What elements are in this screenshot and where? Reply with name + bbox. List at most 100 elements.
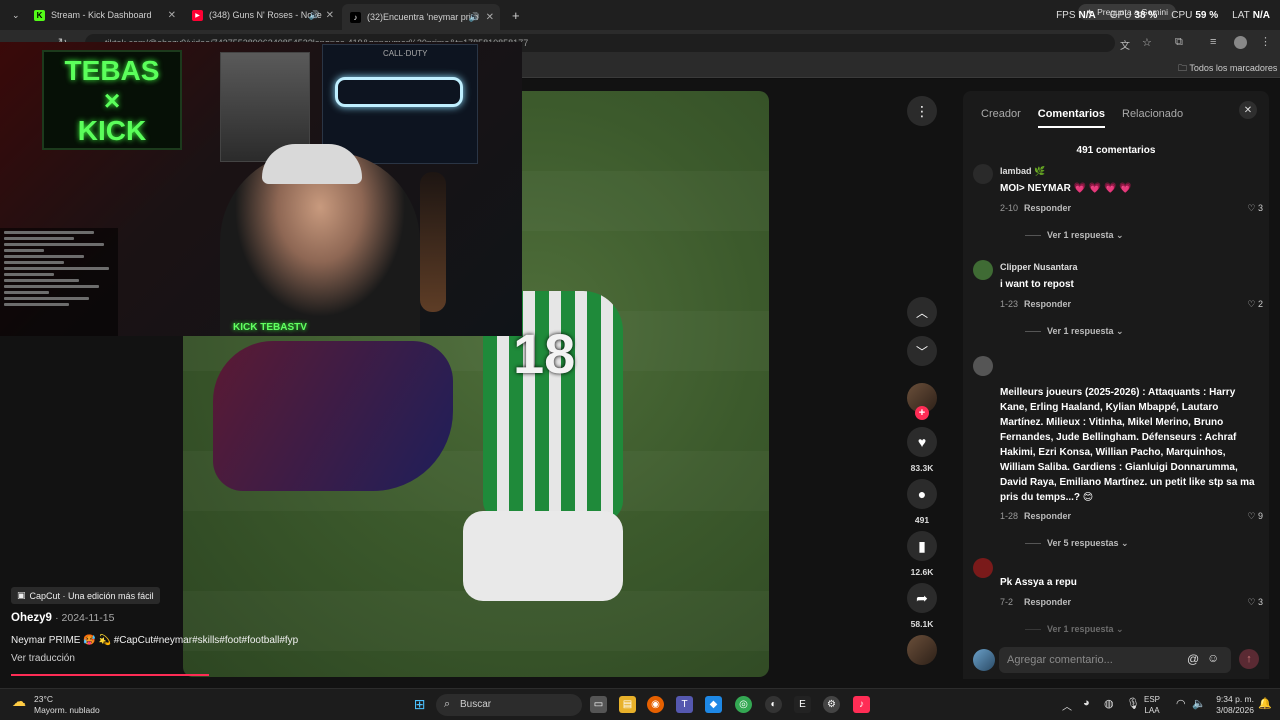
tab-search-button[interactable]: ⌄ (4, 4, 24, 26)
tab-creator[interactable]: Creador (981, 108, 1021, 128)
bookmark-icon: ▮ (918, 537, 926, 554)
reply-button[interactable]: Responder (1024, 299, 1071, 309)
language-indicator[interactable]: ESP LAA (1144, 694, 1160, 716)
tab-tiktok[interactable]: ♪ (32)Encuentra 'neymar prim 🔊 ✕ (342, 4, 500, 30)
view-replies[interactable]: Ver 1 respuesta ⌄ (1025, 230, 1124, 241)
more-icon: ⋮ (915, 102, 929, 119)
comment-like[interactable]: ♡ 3 (1247, 597, 1263, 608)
like-button[interactable]: ♥ (907, 427, 937, 457)
close-icon[interactable]: ✕ (486, 12, 494, 23)
obs-icon[interactable]: ◐ (765, 696, 782, 713)
comment-date: 2-10 (1000, 203, 1019, 213)
speaker-icon[interactable]: 🔊 (469, 12, 480, 23)
chevron-up-icon[interactable]: ︿ (1062, 698, 1072, 713)
speaker-icon[interactable]: 🔊 (309, 10, 320, 21)
copilot-icon[interactable]: ◆ (705, 696, 722, 713)
discord-icon[interactable]: ◕ (1083, 697, 1090, 709)
chevron-down-icon: ﹀ (915, 344, 928, 359)
extensions-icon[interactable]: ⧉ (1175, 36, 1183, 49)
stream-chat-log (0, 228, 118, 336)
close-icon[interactable]: ✕ (168, 10, 176, 21)
comment-user[interactable]: Clipper Nusantara (1000, 262, 1078, 272)
avatar[interactable] (973, 356, 993, 376)
kick-icon: K (34, 9, 45, 21)
tiktok-app-icon[interactable]: ♪ (853, 696, 870, 713)
firefox-icon[interactable]: ◉ (647, 696, 664, 713)
comment-like[interactable]: ♡ 2 (1247, 299, 1263, 310)
reply-button[interactable]: Responder (1024, 511, 1071, 521)
reply-button[interactable]: Responder (1024, 203, 1071, 213)
close-icon[interactable]: ✕ (326, 10, 334, 21)
comment-button[interactable]: ● (907, 479, 937, 509)
windows-start-icon[interactable]: ⊞ (411, 696, 428, 713)
emoji-icon[interactable]: ☺ (1207, 651, 1219, 665)
system-clock[interactable]: 9:34 p. m. 3/08/2026 (1206, 694, 1254, 716)
player-shorts (463, 511, 623, 601)
comment-compose: @ ☺ ↑ (963, 639, 1269, 679)
translate-icon[interactable]: 文 (1120, 37, 1130, 52)
video-progress-bar[interactable] (11, 674, 209, 676)
like-count: 83.3K (910, 463, 934, 473)
menu-icon[interactable]: ⋮ (1260, 35, 1271, 48)
video-author[interactable]: Ohezy9 · 2024-11-15 (11, 612, 114, 624)
send-button[interactable]: ↑ (1239, 649, 1259, 669)
browser-tab-bar: ⌄ K Stream - Kick Dashboard ✕ ▶ (348) Gu… (0, 0, 1280, 30)
file-explorer-icon[interactable]: ▤ (619, 696, 636, 713)
star-icon[interactable]: ☆ (1142, 36, 1152, 49)
sound-avatar[interactable] (907, 635, 937, 665)
avatar[interactable] (973, 260, 993, 280)
weather-icon: ☁ (12, 693, 26, 709)
playlist-icon[interactable]: ≡ (1210, 36, 1216, 48)
previous-video-button[interactable]: ︿ (907, 297, 937, 327)
comment-like[interactable]: ♡ 9 (1247, 511, 1263, 522)
avatar[interactable] (973, 558, 993, 578)
comment-date: 7-2 (1000, 597, 1014, 607)
record-icon[interactable]: ◍ (1104, 697, 1114, 710)
save-button[interactable]: ▮ (907, 531, 937, 561)
comment-like[interactable]: ♡ 3 (1247, 203, 1263, 214)
chevron-up-icon: ︿ (915, 305, 928, 320)
view-replies[interactable]: Ver 5 respuestas ⌄ (1025, 538, 1129, 549)
follow-button[interactable]: + (915, 406, 929, 420)
comment-item: Iambad 🌿 MOI> NEYMAR 💗 💗 💗 💗 2-10 Respon… (973, 164, 1263, 244)
comment-text: i want to repost (1000, 279, 1074, 290)
mention-icon[interactable]: @ (1187, 652, 1199, 666)
wifi-icon[interactable]: ◠ (1176, 697, 1186, 710)
microphone-icon[interactable]: 🎙 (1126, 697, 1140, 710)
settings-gear-icon[interactable]: ⚙ (823, 696, 840, 713)
gpu-stat: GPU 38 % (1109, 10, 1158, 21)
tab-comments[interactable]: Comentarios (1037, 108, 1105, 128)
close-panel-button[interactable]: ✕ (1239, 101, 1257, 119)
capcut-badge[interactable]: ▣ CapCut · Una edición más fácil (11, 587, 160, 604)
translate-link[interactable]: Ver traducción (11, 653, 75, 664)
profile-avatar[interactable] (1234, 36, 1247, 49)
streamer-hair (262, 144, 362, 184)
comment-user[interactable]: Iambad 🌿 (1000, 166, 1045, 177)
tab-kick-dashboard[interactable]: K Stream - Kick Dashboard ✕ (26, 4, 182, 26)
view-replies[interactable]: Ver 1 respuesta ⌄ (1025, 624, 1124, 635)
epic-games-icon[interactable]: E (794, 696, 811, 713)
view-replies[interactable]: Ver 1 respuesta ⌄ (1025, 326, 1124, 337)
comment-date: 1-28 (1000, 511, 1019, 521)
weather-widget[interactable]: ☁ 23°C Mayorm. nublado (12, 694, 100, 716)
notification-bell-icon[interactable]: 🔔 (1258, 697, 1272, 710)
bookmarks-all-button[interactable]: 🗀 Todos los marcadores (1178, 61, 1277, 77)
tab-title: Stream - Kick Dashboard (51, 10, 152, 20)
comment-text: Meilleurs joueurs (2025-2026) : Attaquan… (1000, 387, 1255, 503)
task-view-icon[interactable]: ▭ (590, 696, 607, 713)
share-button[interactable]: ➦ (907, 583, 937, 613)
next-video-button[interactable]: ﹀ (907, 336, 937, 366)
tab-youtube[interactable]: ▶ (348) Guns N' Roses - Nove 🔊 ✕ (184, 4, 340, 26)
reply-button[interactable]: Responder (1024, 597, 1071, 607)
chrome-icon[interactable]: ◎ (735, 696, 752, 713)
taskbar-search[interactable]: ⌕ Buscar (436, 694, 582, 716)
tab-related[interactable]: Relacionado (1122, 108, 1183, 128)
lat-stat: LAT N/A (1232, 10, 1270, 21)
new-tab-button[interactable]: + (504, 4, 520, 26)
search-icon: ⌕ (444, 698, 451, 710)
tab-title: (32)Encuentra 'neymar prim (367, 12, 479, 22)
teams-icon[interactable]: T (676, 696, 693, 713)
volume-icon[interactable]: 🔈 (1192, 697, 1206, 710)
avatar[interactable] (973, 164, 993, 184)
more-options-button[interactable]: ⋮ (907, 96, 937, 126)
